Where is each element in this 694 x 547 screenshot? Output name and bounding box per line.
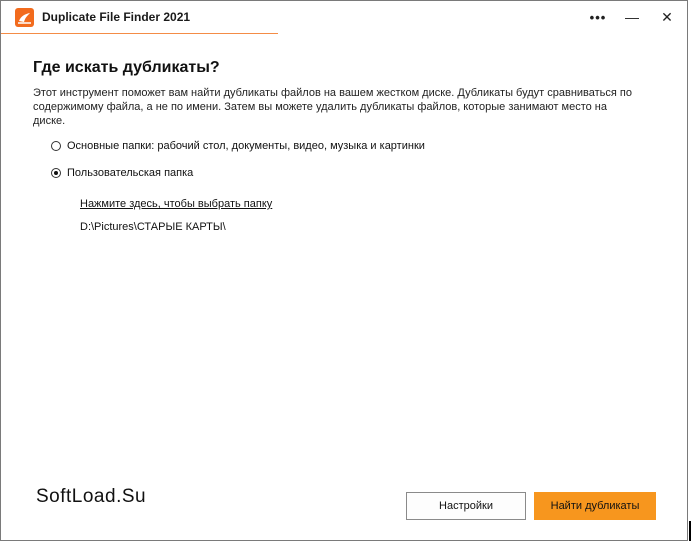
title-accent-line — [1, 33, 278, 34]
app-window: Duplicate File Finder 2021 ••• — ✕ Где и… — [0, 0, 688, 541]
radio-main-folders[interactable] — [51, 141, 61, 151]
settings-button[interactable]: Настройки — [406, 492, 526, 520]
title-bar: Duplicate File Finder 2021 ••• — ✕ — [1, 1, 687, 33]
app-icon — [15, 8, 34, 27]
find-duplicates-button[interactable]: Найти дубликаты — [534, 492, 656, 520]
choose-folder-link[interactable]: Нажмите здесь, чтобы выбрать папку — [80, 198, 272, 210]
page-title: Где искать дубликаты? — [33, 59, 220, 76]
minimize-icon[interactable]: — — [615, 1, 649, 33]
window-title: Duplicate File Finder 2021 — [42, 10, 191, 24]
option-custom-folder[interactable]: Пользовательская папка — [51, 167, 193, 179]
radio-custom-folder[interactable] — [51, 168, 61, 178]
watermark-text: SoftLoad.Su — [36, 486, 147, 507]
text-cursor — [689, 521, 691, 541]
close-icon[interactable]: ✕ — [650, 1, 684, 33]
more-icon[interactable]: ••• — [581, 1, 615, 33]
page-description: Этот инструмент поможет вам найти дублик… — [33, 87, 632, 127]
option-main-folders[interactable]: Основные папки: рабочий стол, документы,… — [51, 140, 425, 152]
selected-folder-path: D:\Pictures\СТАРЫЕ КАРТЫ\ — [80, 221, 226, 233]
option-custom-folder-label: Пользовательская папка — [67, 167, 194, 179]
option-main-folders-label: Основные папки: рабочий стол, документы,… — [67, 140, 425, 152]
